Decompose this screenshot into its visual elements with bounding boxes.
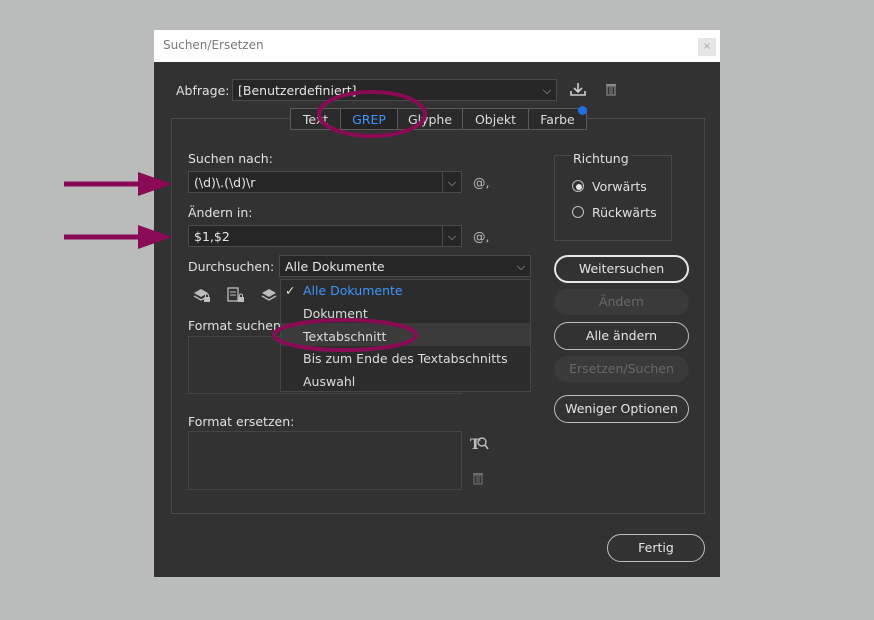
annotation-ellipse-grep	[317, 90, 427, 138]
annotation-overlay	[64, 90, 427, 352]
annotation-arrow-search	[64, 172, 172, 196]
annotation-arrow-replace	[64, 225, 172, 249]
annotation-ellipse-story	[272, 318, 418, 352]
